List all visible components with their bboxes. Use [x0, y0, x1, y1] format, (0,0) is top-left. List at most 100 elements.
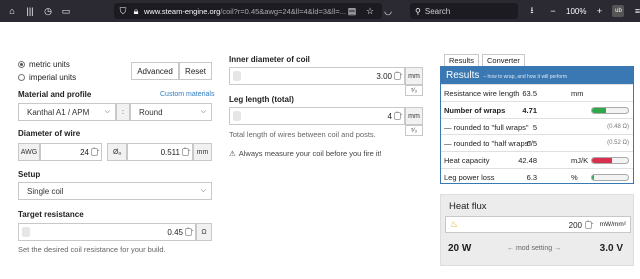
warning-note: ⚠ Always measure your coil before you fi…: [229, 149, 382, 158]
custom-materials-link[interactable]: Custom materials: [160, 91, 214, 98]
heat-flux-title: Heat flux: [449, 201, 487, 212]
browser-toolbar: ⌂ ||| ◷ ▭ ⛉ 🔒︎ www.steam-engine.org/coil…: [0, 0, 640, 22]
voltage: 3.0 V: [599, 243, 623, 254]
results-row-unit: %: [571, 173, 578, 182]
setup-value: Single coil: [27, 186, 64, 196]
profile-select[interactable]: Round ⌵: [130, 103, 212, 121]
results-row: — rounded to "half wraps" 6/5 (0.52 Ω): [441, 134, 633, 150]
heat-flux-input[interactable]: ♨ 200 ⌃⌄ mW/mm²: [445, 216, 631, 233]
chevron-down-icon: ⌵: [104, 108, 110, 115]
warning-text: Always measure your coil before you fire…: [238, 149, 382, 158]
inner-diameter-input[interactable]: 3.00 ⌃⌄: [229, 67, 405, 85]
advanced-button[interactable]: Advanced: [131, 62, 179, 80]
slider-handle-icon[interactable]: [22, 227, 30, 237]
profile-value: Round: [139, 107, 163, 117]
bookmark-star-icon[interactable]: ☆: [362, 3, 378, 19]
heat-flux-panel: Heat flux ♨ 200 ⌃⌄ mW/mm² 20 W ← mod set…: [440, 194, 634, 266]
spinner-icon[interactable]: ⌃⌄: [182, 148, 191, 156]
results-row-label: Resistance wire length: [444, 89, 520, 98]
pocket-icon[interactable]: ◡: [380, 3, 396, 19]
slider-handle-icon[interactable]: [233, 71, 241, 81]
reader-view-icon[interactable]: ▤: [344, 3, 360, 19]
zoom-out-icon[interactable]: −: [545, 3, 561, 19]
results-row-value: 6.3: [526, 173, 537, 182]
tab-converter[interactable]: Converter: [482, 54, 525, 66]
results-row-label: Number of wraps: [444, 105, 506, 115]
metric-units-option[interactable]: metric units: [18, 60, 70, 69]
url-bar[interactable]: ⛉ 🔒︎ www.steam-engine.org/coil?r=0.45&aw…: [114, 3, 382, 19]
results-row-unit: mJ/K: [571, 156, 589, 166]
warning-icon: ⚠: [229, 149, 236, 158]
spinner-icon[interactable]: ⌃⌄: [585, 221, 594, 229]
extension-icon[interactable]: ub: [612, 5, 625, 17]
menu-icon[interactable]: ≡: [629, 3, 640, 19]
url-text[interactable]: www.steam-engine.org/coil?r=0.45&awg=24&…: [144, 7, 346, 16]
results-row-note: (0.48 Ω): [607, 123, 629, 130]
target-resistance-label: Target resistance: [18, 210, 84, 219]
imperial-radio[interactable]: [18, 74, 25, 81]
library-icon[interactable]: |||: [22, 3, 38, 19]
diameter-input[interactable]: 0.511 ⌃⌄: [127, 143, 193, 161]
metric-radio[interactable]: [18, 61, 25, 68]
results-row-value: 4.71: [522, 105, 537, 115]
zoom-level[interactable]: 100%: [566, 7, 586, 16]
leg-length-help: Total length of wires between coil and p…: [229, 130, 376, 139]
results-row: — rounded to "full wraps" 5 (0.48 Ω): [441, 117, 633, 134]
inner-diameter-value: 3.00: [376, 71, 392, 81]
diameter-value: 0.511: [160, 147, 180, 157]
results-row-note: (0.52 Ω): [607, 140, 629, 147]
results-row-bar: [591, 106, 629, 114]
material-label: Material and profile: [18, 90, 92, 99]
lock-icon[interactable]: 🔒︎: [131, 3, 141, 19]
inner-diameter-unit-toggle[interactable]: ⁵⁄₃: [405, 85, 423, 96]
diameter-unit: mm: [193, 143, 212, 161]
download-icon[interactable]: ⭳: [524, 3, 540, 19]
diameter-addon: Øₐ: [107, 143, 127, 161]
leg-length-unit-toggle[interactable]: ⁵⁄₃: [405, 125, 423, 136]
results-row: Number of wraps 4.71: [441, 100, 633, 117]
spinner-icon[interactable]: ⌃⌄: [91, 148, 100, 156]
results-row-label: — rounded to "half wraps": [444, 139, 532, 149]
results-row-bar-fill: [592, 158, 612, 164]
results-row-bar-fill: [592, 107, 607, 113]
spinner-icon[interactable]: ⌃⌄: [185, 228, 194, 236]
results-row-label: Heat capacity: [444, 156, 490, 166]
inner-diameter-unit: mm: [405, 67, 423, 85]
target-resistance-help: Set the desired coil resistance for your…: [18, 245, 166, 254]
results-row-bar: [591, 157, 629, 165]
search-icon: ⚲: [415, 6, 421, 16]
awg-addon: AWG: [18, 143, 40, 161]
screenshot-icon[interactable]: ▭: [58, 3, 74, 19]
awg-input[interactable]: 24 ⌃⌄: [40, 143, 102, 161]
search-bar[interactable]: ⚲ Search: [410, 3, 518, 19]
leg-length-unit: mm: [405, 107, 423, 125]
results-row-value: 5: [532, 122, 537, 132]
heat-flux-value: 200: [568, 221, 582, 230]
home-icon[interactable]: ⌂: [4, 3, 20, 19]
history-icon[interactable]: ◷: [40, 3, 56, 19]
ohm-unit: Ω: [196, 223, 212, 241]
wire-diameter-label: Diameter of wire: [18, 129, 81, 138]
setup-label: Setup: [18, 170, 41, 179]
shield-icon[interactable]: ⛉: [118, 3, 128, 19]
results-title: Results: [446, 70, 480, 81]
power-watts: 20 W: [448, 243, 472, 254]
setup-select[interactable]: Single coil ⌵: [18, 182, 212, 200]
heat-stats: 20 W ← mod setting → 3.0 V: [441, 239, 633, 259]
awg-value: 24: [80, 147, 89, 157]
target-resistance-input[interactable]: 0.45 ⌃⌄: [18, 223, 196, 241]
tab-results[interactable]: Results: [444, 54, 480, 66]
imperial-units-option[interactable]: imperial units: [18, 73, 76, 82]
results-row-value: 42.48: [518, 156, 537, 166]
leg-length-input[interactable]: 4 ⌃⌄: [229, 107, 405, 125]
reset-button[interactable]: Reset: [179, 62, 212, 80]
leg-length-label: Leg length (total): [229, 95, 294, 104]
spinner-icon[interactable]: ⌃⌄: [394, 112, 403, 120]
results-panel: Results – how to wrap, and how it will p…: [440, 66, 634, 184]
chevron-down-icon: ⌵: [200, 108, 206, 115]
target-resistance-value: 0.45: [167, 227, 183, 237]
spinner-icon[interactable]: ⌃⌄: [394, 72, 403, 80]
material-select[interactable]: Kanthal A1 / APM ⌵: [18, 103, 116, 121]
zoom-in-icon[interactable]: +: [591, 3, 607, 19]
slider-handle-icon[interactable]: [233, 111, 241, 121]
